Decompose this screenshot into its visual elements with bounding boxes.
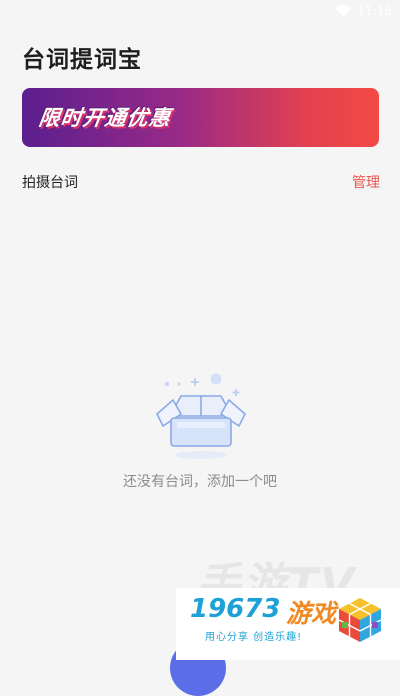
promo-banner[interactable]: 限时开通优惠 (22, 88, 379, 147)
section-header: 拍摄台词 管理 (22, 172, 380, 192)
status-bar: 11:16 (0, 0, 400, 24)
brand-slogan: 用心分享 创造乐趣! (205, 632, 303, 643)
empty-state-message: 还没有台词，添加一个吧 (123, 474, 277, 490)
manage-button[interactable]: 管理 (352, 172, 380, 192)
brand-watermark-badge: 19673 游戏 用心分享 创造乐趣! (176, 588, 400, 660)
empty-box-icon (155, 370, 247, 462)
status-time: 11:16 (357, 4, 392, 18)
status-right: 11:16 (335, 4, 392, 18)
promo-banner-text: 限时开通优惠 (37, 106, 173, 130)
brand-number: 19673 (190, 594, 281, 624)
empty-state: 还没有台词，添加一个吧 (0, 370, 400, 490)
cube-logo-icon (336, 596, 384, 644)
brand-name: 游戏 (286, 599, 337, 628)
page-title: 台词提词宝 (22, 47, 142, 73)
wifi-icon (335, 5, 352, 17)
section-title: 拍摄台词 (22, 175, 78, 191)
